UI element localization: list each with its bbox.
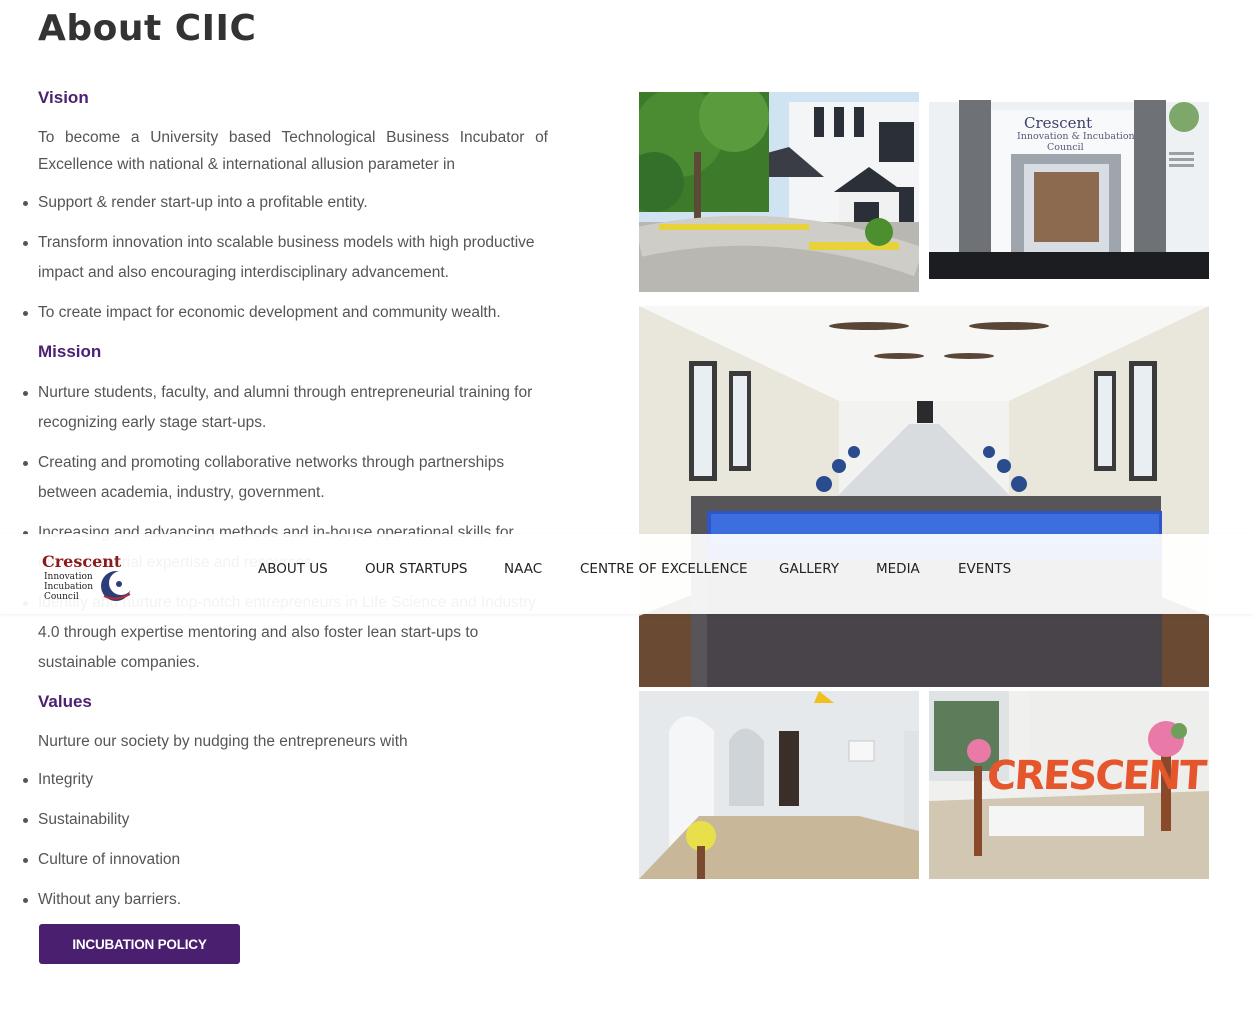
entrance-sign-line2: Council — [1047, 142, 1084, 153]
list-item-text: Sustainability — [38, 811, 130, 828]
nav-gallery[interactable]: GALLERY — [779, 561, 839, 577]
nav-media[interactable]: MEDIA — [876, 561, 920, 577]
bullet-dot-icon — [23, 241, 28, 246]
list-item: Support & render start-up into a profita… — [23, 188, 558, 218]
list-item-text: Integrity — [38, 771, 94, 788]
conference-hall-photo — [639, 306, 1209, 687]
list-item: Creating and promoting collaborative net… — [23, 448, 533, 508]
nav-about-us[interactable]: ABOUT US — [258, 561, 328, 577]
list-item: Culture of innovation — [23, 845, 558, 875]
list-item: Without any barriers. — [23, 885, 558, 915]
list-item-text: Without any barriers. — [38, 891, 181, 908]
crescent-emblem-icon — [101, 571, 132, 601]
list-item: Nurture students, faculty, and alumni th… — [23, 378, 533, 438]
incubation-policy-button[interactable]: INCUBATION POLICY — [39, 924, 240, 964]
bullet-dot-icon — [23, 311, 28, 316]
list-item-text: Support & render start-up into a profita… — [38, 194, 368, 211]
entrance-sign-brand: Crescent — [1024, 114, 1093, 132]
nav-events[interactable]: EVENTS — [958, 561, 1011, 577]
values-heading: Values — [38, 692, 92, 711]
logo-brand: Crescent — [42, 552, 122, 571]
nav-centre-of-excellence[interactable]: CENTRE OF EXCELLENCE — [580, 561, 748, 577]
bullet-dot-icon — [23, 818, 28, 823]
vision-heading: Vision — [38, 88, 89, 107]
bullet-dot-icon — [23, 778, 28, 783]
site-logo[interactable]: Crescent Innovation Incubation Council — [40, 550, 134, 602]
list-item: Sustainability — [23, 805, 558, 835]
logo-line-2: Incubation — [44, 582, 94, 592]
bullet-dot-icon — [23, 391, 28, 396]
corridor-photo — [639, 691, 919, 879]
logo-line-3: Council — [44, 592, 79, 602]
crescent-letters-photo: CRESCENT — [929, 691, 1209, 879]
nav-our-startups[interactable]: OUR STARTUPS — [365, 561, 467, 577]
vision-intro: To become a University based Technologic… — [38, 129, 548, 173]
list-item-text: Culture of innovation — [38, 851, 181, 868]
entrance-photo: Crescent Innovation & Incubation Council — [929, 92, 1209, 279]
list-item-text: Creating and promoting collaborative net… — [38, 454, 505, 501]
bullet-dot-icon — [23, 201, 28, 206]
list-item: Integrity — [23, 765, 558, 795]
bullet-dot-icon — [23, 858, 28, 863]
nav-naac[interactable]: NAAC — [504, 561, 542, 577]
mission-heading: Mission — [38, 342, 102, 361]
list-item: Transform innovation into scalable busin… — [23, 228, 550, 288]
building-exterior-photo — [639, 92, 919, 292]
list-item-text: Transform innovation into scalable busin… — [38, 234, 535, 281]
bullet-dot-icon — [23, 461, 28, 466]
entrance-sign-line1: Innovation & Incubation — [1017, 131, 1135, 142]
navigation-bar: Crescent Innovation Incubation Council A… — [0, 534, 1254, 614]
logo-line-1: Innovation — [44, 572, 93, 582]
list-item: To create impact for economic developmen… — [23, 298, 558, 328]
list-item-text: To create impact for economic developmen… — [38, 304, 501, 321]
values-intro: Nurture our society by nudging the entre… — [38, 733, 408, 750]
crescent-sign-letters: CRESCENT — [985, 753, 1207, 799]
page-title: About CIIC — [38, 8, 257, 49]
bullet-dot-icon — [23, 898, 28, 903]
list-item-text: Nurture students, faculty, and alumni th… — [38, 384, 533, 431]
